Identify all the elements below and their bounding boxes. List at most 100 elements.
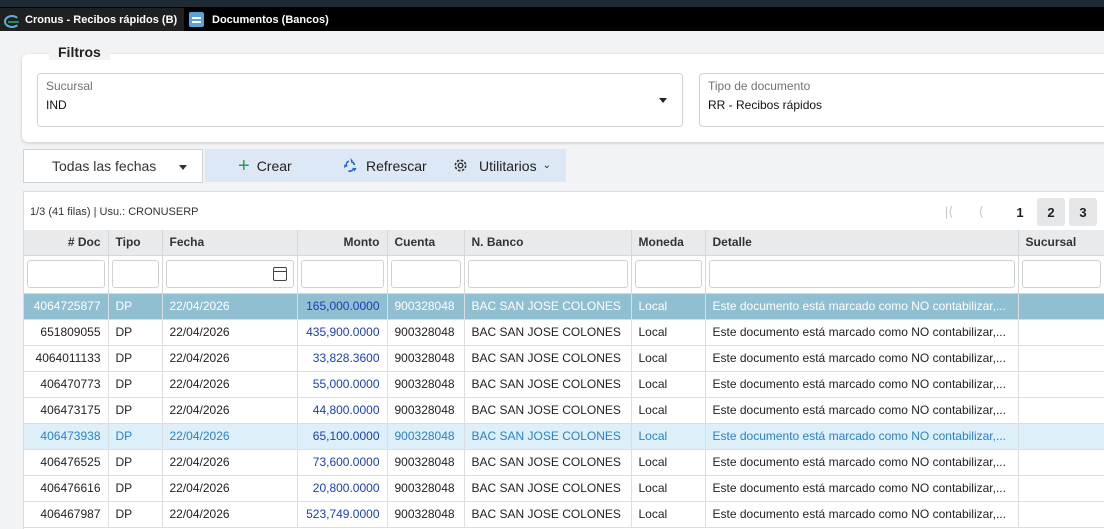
cell-doc: 406467987 [24,501,109,528]
cell-sucursal [1018,371,1104,398]
table-row[interactable]: 406473938 DP 22/04/2026 65,100.0000 9003… [24,423,1104,450]
sucursal-select[interactable]: Sucursal IND [37,73,683,127]
cell-tipo: DP [108,449,163,476]
filter-cell [297,255,388,294]
cell-sucursal [1018,501,1104,528]
cell-moneda: Local [631,397,706,424]
cell-detalle: Este documento está marcado como NO cont… [705,371,1019,398]
gear-icon [454,159,467,172]
date-filter-dropdown[interactable]: Todas las fechas [23,149,203,183]
column-header-detalle[interactable]: Detalle [705,230,1019,256]
filter-cell [162,255,298,294]
tipo-documento-select[interactable]: Tipo de documento RR - Recibos rápidos [699,73,1104,127]
cell-monto: 33,828.3600 [297,345,388,372]
filter-input-tipo[interactable] [111,260,159,288]
crear-label: Crear [256,157,292,174]
utilitarios-label: Utilitarios [479,157,537,174]
cell-fecha: 22/04/2026 [162,371,298,398]
filter-cell [24,255,109,294]
cell-monto: 165,000.0000 [297,293,388,320]
cronus-logo-icon [3,13,21,28]
cell-detalle: Este documento está marcado como NO cont… [705,475,1019,502]
column-header-moneda[interactable]: Moneda [631,230,706,256]
documents-grid: 1/3 (41 filas) | Usu.: CRONUSERP |⟨ ⟨ 1 … [23,191,1104,529]
cell-tipo: DP [108,319,163,346]
cell-banco: BAC SAN JOSE COLONES [464,371,632,398]
cell-fecha: 22/04/2026 [162,397,298,424]
cell-cuenta: 900328048 [387,449,465,476]
cell-doc: 4064011133 [24,345,109,372]
sucursal-label: Sucursal [46,79,93,93]
table-row[interactable]: 4064725877 DP 22/04/2026 165,000.0000 90… [24,293,1104,320]
cell-sucursal [1018,475,1104,502]
filter-input-fecha[interactable] [165,260,294,288]
filter-input-cuenta[interactable] [390,260,461,288]
column-header-monto[interactable]: Monto [297,230,388,256]
cell-cuenta: 900328048 [387,501,465,528]
refrescar-button[interactable]: Refrescar [342,149,427,182]
cell-tipo: DP [108,345,163,372]
filter-input-monto[interactable] [300,260,384,288]
filter-input-banco[interactable] [467,260,628,288]
filter-input-sucursal[interactable] [1021,260,1101,288]
table-row[interactable]: 406473175 DP 22/04/2026 44,800.0000 9003… [24,397,1104,424]
cell-tipo: DP [108,293,163,320]
table-row[interactable]: 406476525 DP 22/04/2026 73,600.0000 9003… [24,449,1104,476]
column-header-banco[interactable]: N. Banco [464,230,632,256]
tipo-documento-label: Tipo de documento [708,79,811,93]
filter-input-moneda[interactable] [634,260,702,288]
cell-cuenta: 900328048 [387,371,465,398]
cell-cuenta: 900328048 [387,345,465,372]
cell-doc: 406473175 [24,397,109,424]
page-3-button[interactable]: 3 [1069,198,1097,226]
cell-moneda: Local [631,345,706,372]
filter-input-detalle[interactable] [708,260,1015,288]
cell-detalle: Este documento está marcado como NO cont… [705,449,1019,476]
cell-cuenta: 900328048 [387,397,465,424]
tab-label: Documentos (Bancos) [212,13,329,26]
calendar-icon[interactable] [272,267,287,281]
header-row: # Doc Tipo Fecha Monto Cuenta N. Banco M… [24,230,1104,256]
chevron-down-icon [179,165,187,170]
tab-documentos-bancos[interactable]: Documentos (Bancos) [186,8,586,31]
cell-moneda: Local [631,475,706,502]
cell-fecha: 22/04/2026 [162,501,298,528]
column-header-sucursal[interactable]: Sucursal [1018,230,1104,256]
cell-fecha: 22/04/2026 [162,423,298,450]
refrescar-label: Refrescar [366,157,427,174]
first-page-button[interactable]: |⟨ [936,198,962,226]
filter-input-doc[interactable] [27,260,105,288]
page-1-button[interactable]: 1 [1006,198,1034,226]
table-row[interactable]: 651809055 DP 22/04/2026 435,900.0000 900… [24,319,1104,346]
page-2-button[interactable]: 2 [1037,198,1065,226]
cell-moneda: Local [631,423,706,450]
cell-sucursal [1018,423,1104,450]
column-header-fecha[interactable]: Fecha [162,230,298,256]
cell-tipo: DP [108,371,163,398]
cell-doc: 4064725877 [24,293,109,320]
cell-banco: BAC SAN JOSE COLONES [464,293,632,320]
column-header-tipo[interactable]: Tipo [108,230,163,256]
cell-fecha: 22/04/2026 [162,475,298,502]
cell-banco: BAC SAN JOSE COLONES [464,475,632,502]
table-row[interactable]: 406470773 DP 22/04/2026 55,000.0000 9003… [24,371,1104,398]
utilitarios-menu-button[interactable]: Utilitarios ⌄ [452,149,551,182]
cell-doc: 406476525 [24,449,109,476]
crear-button[interactable]: + Crear [238,149,292,182]
tab-label: Cronus - Recibos rápidos (B) [25,13,178,26]
cell-sucursal [1018,449,1104,476]
tab-cronus-recibos[interactable]: Cronus - Recibos rápidos (B) [0,8,184,31]
cell-moneda: Local [631,449,706,476]
table-row[interactable]: 406467987 DP 22/04/2026 523,749.0000 900… [24,501,1104,528]
cell-detalle: Este documento está marcado como NO cont… [705,319,1019,346]
cell-moneda: Local [631,319,706,346]
chevron-down-icon[interactable] [659,98,667,103]
column-header-cuenta[interactable]: Cuenta [387,230,465,256]
table-row[interactable]: 406476616 DP 22/04/2026 20,800.0000 9003… [24,475,1104,502]
column-header-doc[interactable]: # Doc [24,230,109,256]
cell-moneda: Local [631,501,706,528]
table-row[interactable]: 4064011133 DP 22/04/2026 33,828.3600 900… [24,345,1104,372]
cell-fecha: 22/04/2026 [162,293,298,320]
cell-banco: BAC SAN JOSE COLONES [464,501,632,528]
prev-page-button[interactable]: ⟨ [968,198,994,226]
